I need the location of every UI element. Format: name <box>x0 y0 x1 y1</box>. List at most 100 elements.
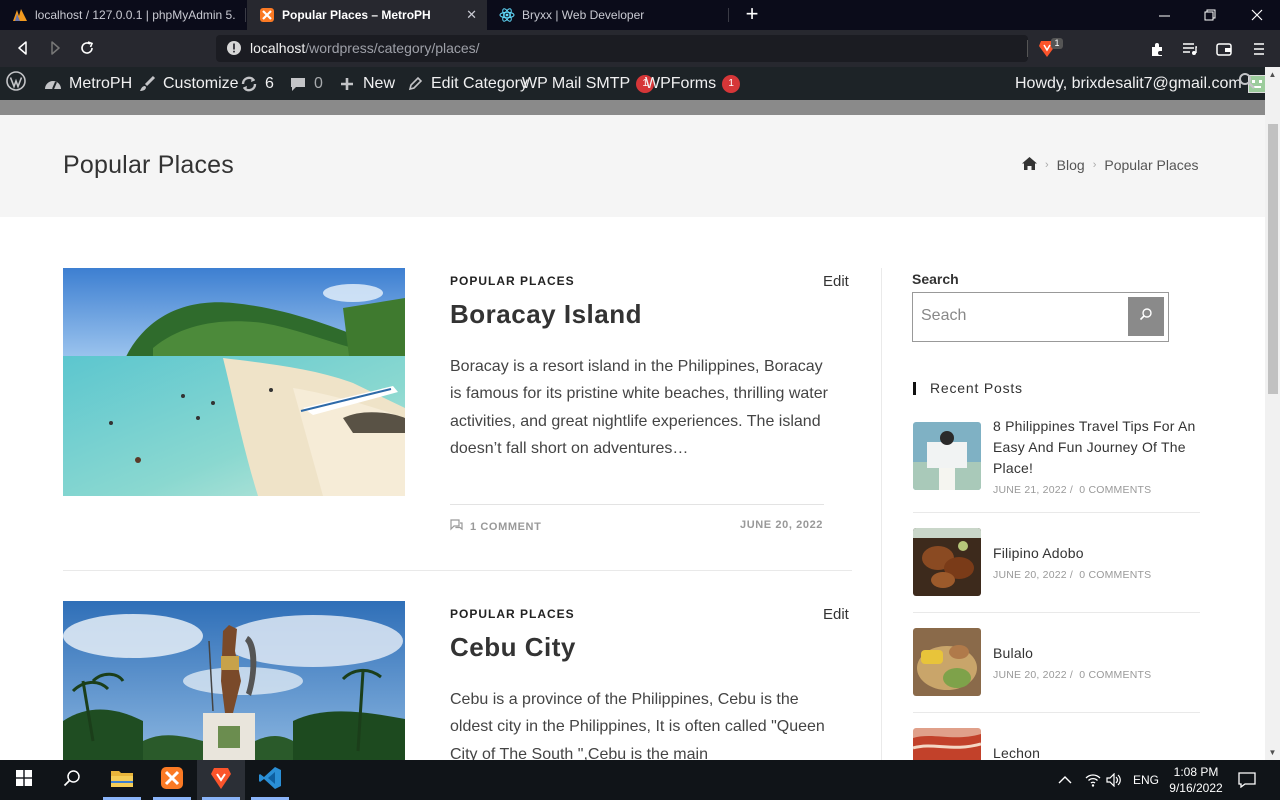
search-icon <box>1238 72 1256 95</box>
my-account-menu[interactable]: Howdy, brixdesalit7@gmail.com <box>1015 67 1266 100</box>
tab-title: Bryxx | Web Developer <box>522 8 645 22</box>
windows-icon <box>16 769 32 791</box>
new-tab-button[interactable]: + <box>741 3 763 25</box>
site-header-strip <box>0 100 1265 115</box>
recent-post-date: JUNE 20, 2022 <box>993 669 1067 681</box>
folder-icon <box>110 768 134 793</box>
taskbar-clock[interactable]: 1:08 PM 9/16/2022 <box>1165 764 1227 796</box>
post-edit-link[interactable]: Edit <box>823 273 849 290</box>
new-content-menu[interactable]: New <box>337 67 395 100</box>
taskbar-search-button[interactable] <box>48 760 96 800</box>
back-button[interactable] <box>12 37 34 59</box>
scroll-down-arrow[interactable]: ▼ <box>1265 745 1280 760</box>
volume-icon[interactable] <box>1106 760 1122 800</box>
playlist-icon[interactable] <box>1179 38 1201 60</box>
post-comments-link[interactable]: 1 COMMENT <box>450 519 541 534</box>
post-title-link[interactable]: Boracay Island <box>450 299 642 330</box>
recent-post-date: JUNE 21, 2022 <box>993 484 1067 496</box>
wp-mail-smtp-menu[interactable]: WP Mail SMTP 1 <box>522 67 655 100</box>
admin-search-button[interactable] <box>1238 67 1256 100</box>
post-edit-link[interactable]: Edit <box>823 606 849 623</box>
url-path: /wordpress/category/places/ <box>305 40 480 56</box>
post-comments-count: 1 COMMENT <box>470 520 542 533</box>
recent-post-date: JUNE 20, 2022 <box>993 569 1067 581</box>
wpforms-menu[interactable]: WPForms 1 <box>645 67 741 100</box>
comments-count: 0 <box>314 74 323 92</box>
recent-post-thumbnail[interactable] <box>913 728 981 760</box>
start-button[interactable] <box>0 760 48 800</box>
updates-link[interactable]: 6 <box>239 67 274 100</box>
customize-label: Customize <box>163 74 239 92</box>
home-icon[interactable] <box>1022 157 1037 173</box>
menu-icon[interactable] <box>1248 38 1270 60</box>
recent-post-comments[interactable]: 0 COMMENTS <box>1079 669 1151 681</box>
taskbar-xampp[interactable] <box>148 760 196 800</box>
post-title-link[interactable]: Cebu City <box>450 632 576 663</box>
minimize-button[interactable] <box>1141 0 1187 30</box>
wordpress-icon <box>6 71 26 96</box>
reload-button[interactable] <box>76 37 98 59</box>
search-submit-button[interactable] <box>1128 297 1164 336</box>
page-title: Popular Places <box>63 151 234 179</box>
tray-overflow-chevron[interactable] <box>1058 760 1072 800</box>
recent-post-thumbnail[interactable] <box>913 628 981 696</box>
network-icon[interactable] <box>1085 760 1101 800</box>
post-category-link[interactable]: POPULAR PLACES <box>450 607 575 621</box>
tab-phpmyadmin[interactable]: localhost / 127.0.0.1 | phpMyAdmin 5. <box>0 0 245 30</box>
recent-post-title[interactable]: Filipino Adobo <box>993 543 1198 564</box>
react-icon <box>499 7 515 23</box>
recent-post-divider <box>913 512 1200 513</box>
search-icon <box>63 769 81 792</box>
clock-date: 9/16/2022 <box>1169 781 1223 795</box>
recent-post-thumbnail[interactable] <box>913 528 981 596</box>
search-icon <box>1139 307 1153 326</box>
taskbar-vscode[interactable] <box>246 760 294 800</box>
edit-category-label: Edit Category <box>431 74 528 92</box>
recent-post-comments[interactable]: 0 COMMENTS <box>1079 569 1151 581</box>
input-language[interactable]: ENG <box>1133 760 1159 800</box>
post-thumbnail-cebu[interactable] <box>63 601 405 760</box>
restore-button[interactable] <box>1187 0 1233 30</box>
close-window-button[interactable] <box>1234 0 1280 30</box>
breadcrumb-current: Popular Places <box>1104 157 1199 173</box>
phpmyadmin-icon <box>12 7 28 23</box>
taskbar-file-explorer[interactable] <box>98 760 146 800</box>
post-thumbnail-boracay[interactable] <box>63 268 405 496</box>
recent-post-title[interactable]: Bulalo <box>993 643 1198 664</box>
post-excerpt: Boracay is a resort island in the Philip… <box>450 358 828 457</box>
recent-post-comments[interactable]: 0 COMMENTS <box>1079 484 1151 496</box>
post-category-link[interactable]: POPULAR PLACES <box>450 274 575 288</box>
customize-link[interactable]: Customize <box>137 67 239 100</box>
recent-post-meta: JUNE 20, 2022 / 0 COMMENTS <box>993 669 1152 681</box>
scroll-up-arrow[interactable]: ▲ <box>1265 67 1280 82</box>
notification-center-icon[interactable] <box>1238 760 1256 800</box>
forward-button[interactable] <box>44 37 66 59</box>
vscode-icon <box>258 766 282 795</box>
updates-icon <box>239 74 259 94</box>
recent-post-meta: JUNE 20, 2022 / 0 COMMENTS <box>993 569 1152 581</box>
taskbar-brave-browser[interactable] <box>197 760 245 800</box>
search-widget-title: Search <box>912 271 959 287</box>
site-info-icon[interactable] <box>226 40 242 56</box>
urlbar-divider <box>1027 40 1028 57</box>
pencil-icon <box>405 74 425 94</box>
post-separator <box>63 570 852 571</box>
wordpress-logo-button[interactable] <box>6 67 26 100</box>
wallet-icon[interactable] <box>1213 38 1235 60</box>
scrollbar-thumb[interactable] <box>1268 124 1278 394</box>
extensions-icon[interactable] <box>1146 38 1168 60</box>
comments-link[interactable]: 0 <box>288 67 323 100</box>
url-text[interactable]: localhost/wordpress/category/places/ <box>250 40 480 56</box>
recent-post-thumbnail[interactable] <box>913 422 981 490</box>
edit-category-link[interactable]: Edit Category <box>405 67 528 100</box>
new-label: New <box>363 74 396 92</box>
tab-popular-places[interactable]: Popular Places – MetroPH ✕ <box>247 0 487 30</box>
tab-bryxx[interactable]: Bryxx | Web Developer <box>487 0 727 30</box>
breadcrumb-blog-link[interactable]: Blog <box>1057 157 1085 173</box>
recent-posts-title: Recent Posts <box>930 380 1023 396</box>
brave-icon <box>210 766 232 795</box>
recent-post-title[interactable]: 8 Philippines Travel Tips For An Easy An… <box>993 416 1198 479</box>
xampp-icon <box>259 7 275 23</box>
site-name-menu[interactable]: MetroPH <box>43 67 132 100</box>
close-tab-icon[interactable]: ✕ <box>466 7 477 23</box>
